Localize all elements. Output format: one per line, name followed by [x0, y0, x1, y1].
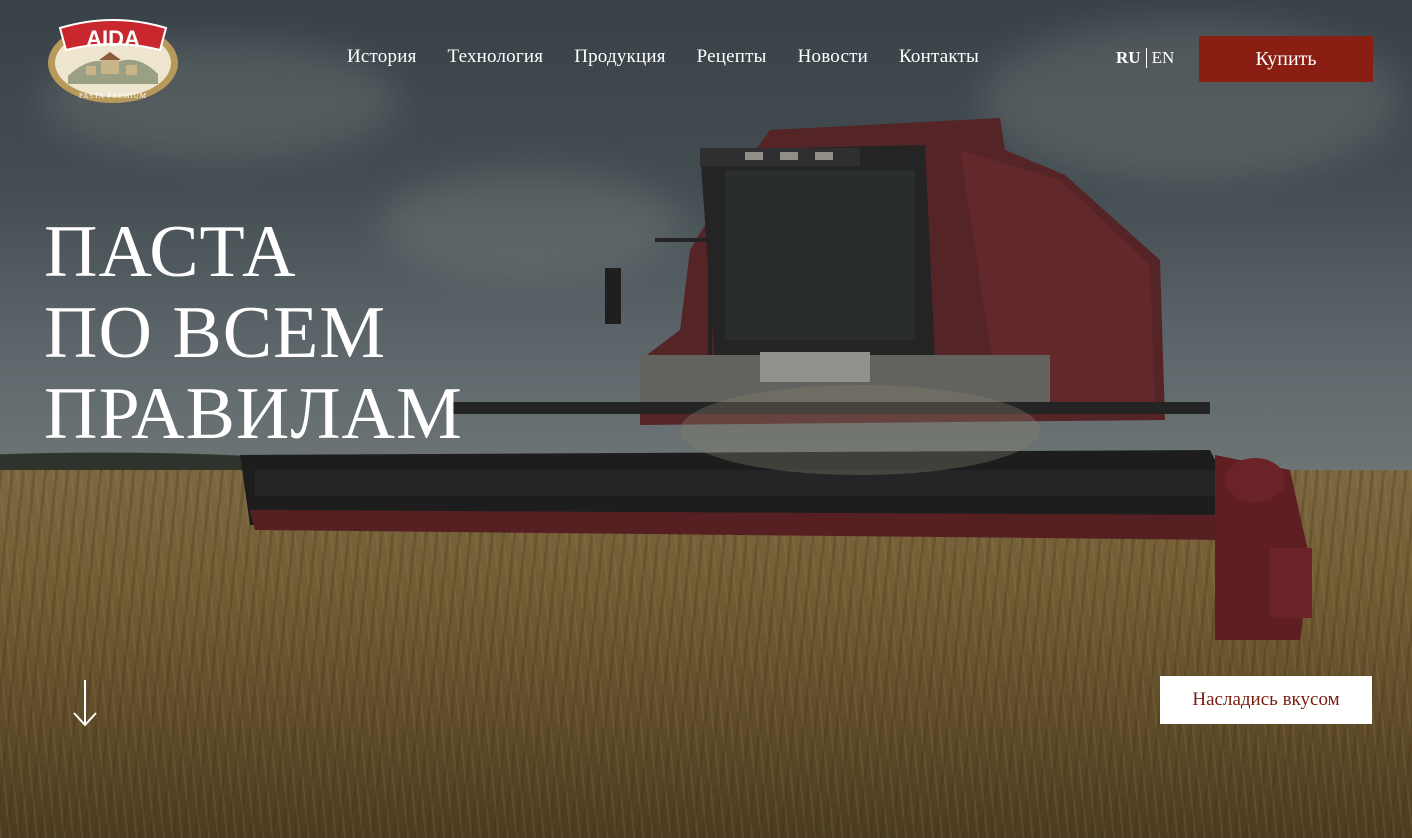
- nav-item-recipes[interactable]: Рецепты: [697, 46, 767, 68]
- nav-item-products[interactable]: Продукция: [574, 46, 665, 68]
- logo-wordmark: AIDA: [86, 26, 140, 51]
- lang-en[interactable]: EN: [1152, 48, 1175, 68]
- arrow-down-icon[interactable]: [70, 678, 100, 728]
- nav-item-news[interactable]: Новости: [798, 46, 868, 68]
- logo-emblem: AIDA PASTA PREMIUM: [48, 19, 178, 103]
- aida-logo[interactable]: AIDA PASTA PREMIUM: [46, 14, 180, 104]
- nav-item-technology[interactable]: Технология: [448, 46, 544, 68]
- enjoy-taste-button[interactable]: Насладись вкусом: [1160, 676, 1372, 724]
- lang-ru[interactable]: RU: [1116, 48, 1141, 68]
- hero-headline-line-1: ПАСТА: [44, 211, 297, 293]
- hero-headline-line-3: ПРАВИЛАМ: [44, 373, 463, 455]
- nav-item-history[interactable]: История: [347, 46, 417, 68]
- hero-headline: ПАСТА ПО ВСЕМ ПРАВИЛАМ: [44, 212, 463, 455]
- nav-item-contacts[interactable]: Контакты: [899, 46, 979, 68]
- language-switcher: RU EN: [1116, 48, 1174, 68]
- logo-tagline: PASTA PREMIUM: [79, 92, 147, 100]
- buy-button[interactable]: Купить: [1199, 36, 1373, 82]
- hero-headline-line-2: ПО ВСЕМ: [44, 292, 387, 374]
- main-nav: История Технология Продукция Рецепты Нов…: [347, 46, 979, 68]
- lang-divider: [1145, 48, 1147, 68]
